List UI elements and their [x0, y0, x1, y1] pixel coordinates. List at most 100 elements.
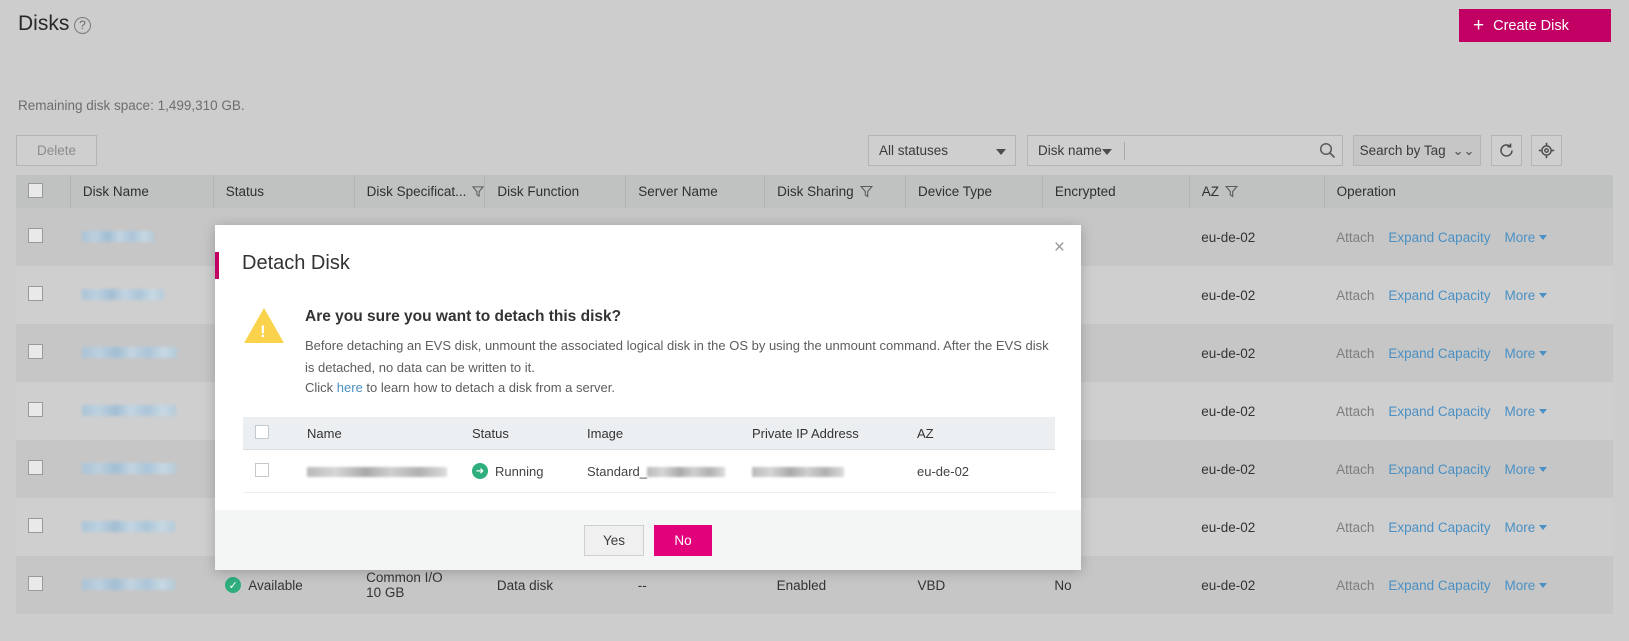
col-device-type[interactable]: Device Type: [905, 175, 1043, 208]
more-action[interactable]: More: [1504, 288, 1547, 303]
status-filter-value: All statuses: [879, 143, 949, 158]
help-icon[interactable]: ?: [74, 17, 91, 34]
server-col-private-ip: Private IP Address: [740, 417, 905, 450]
expand-capacity-action[interactable]: Expand Capacity: [1388, 578, 1490, 593]
status-ok-icon: ✓: [225, 577, 242, 593]
attach-action[interactable]: Attach: [1336, 578, 1374, 593]
row-select-cell: [16, 440, 71, 498]
server-col-name: Name: [295, 417, 460, 450]
row-checkbox[interactable]: [28, 460, 43, 475]
chevron-down-icon: [1538, 235, 1547, 241]
col-disk-sharing[interactable]: Disk Sharing: [764, 175, 907, 208]
col-status[interactable]: Status: [213, 175, 355, 208]
disk-name-cell[interactable]: [70, 266, 214, 324]
col-disk-specification[interactable]: Disk Specificat...: [354, 175, 486, 208]
encrypted: No: [1054, 577, 1072, 593]
delete-button[interactable]: Delete: [16, 135, 97, 166]
search-by-tag-button[interactable]: Search by Tag ⌄⌄: [1353, 135, 1481, 166]
plus-icon: +: [1473, 15, 1485, 36]
disk-name-cell[interactable]: [70, 498, 214, 556]
expand-capacity-action[interactable]: Expand Capacity: [1388, 230, 1490, 245]
detach-disk-dialog: Detach Disk × ! Are you sure you want to…: [215, 225, 1081, 570]
expand-capacity-action[interactable]: Expand Capacity: [1388, 346, 1490, 361]
col-server-name[interactable]: Server Name: [625, 175, 766, 208]
filter-icon[interactable]: [472, 185, 484, 198]
page-title: Disks: [18, 12, 70, 35]
settings-button[interactable]: [1531, 135, 1562, 166]
row-checkbox[interactable]: [28, 286, 43, 301]
server-row[interactable]: ➜ Running Standard_ eu-de-02: [243, 449, 1055, 493]
col-label: Disk Sharing: [777, 184, 854, 199]
col-label: Disk Name: [82, 184, 149, 199]
disk-name-redacted: [82, 404, 177, 416]
select-all-header: [16, 175, 71, 208]
expand-capacity-action[interactable]: Expand Capacity: [1388, 288, 1490, 303]
col-label: Disk Function: [497, 184, 580, 199]
table-header-row: Disk Name Status Disk Specificat... Disk…: [16, 175, 1613, 208]
az: eu-de-02: [1201, 345, 1256, 361]
server-row-checkbox[interactable]: [255, 462, 269, 477]
col-az[interactable]: AZ: [1189, 175, 1325, 208]
select-all-checkbox[interactable]: [28, 182, 43, 198]
disk-name-redacted: [82, 346, 178, 358]
expand-capacity-action[interactable]: Expand Capacity: [1388, 404, 1490, 419]
server-table-header: Name Status Image Private IP Address AZ: [243, 417, 1055, 450]
col-disk-function[interactable]: Disk Function: [484, 175, 627, 208]
disk-name-cell[interactable]: [70, 208, 214, 266]
disk-name-cell[interactable]: [70, 382, 214, 440]
az-cell: eu-de-02: [1189, 324, 1325, 382]
expand-capacity-action[interactable]: Expand Capacity: [1388, 462, 1490, 477]
more-action[interactable]: More: [1504, 404, 1547, 419]
disks-page: Disks ? + Create Disk Remaining disk spa…: [0, 0, 1629, 641]
more-action[interactable]: More: [1504, 230, 1547, 245]
attach-action[interactable]: Attach: [1336, 288, 1374, 303]
row-checkbox[interactable]: [28, 344, 43, 359]
here-link[interactable]: here: [337, 380, 363, 395]
az-cell: eu-de-02: [1189, 208, 1325, 266]
more-action[interactable]: More: [1504, 578, 1547, 593]
expand-capacity-action[interactable]: Expand Capacity: [1388, 520, 1490, 535]
disk-name-cell[interactable]: [70, 324, 214, 382]
server-image-redacted: [647, 467, 725, 478]
server-name-redacted: [307, 467, 447, 478]
attach-action[interactable]: Attach: [1336, 462, 1374, 477]
row-checkbox[interactable]: [28, 228, 43, 243]
row-checkbox[interactable]: [28, 402, 43, 417]
more-action[interactable]: More: [1504, 346, 1547, 361]
server-select-all-header: [243, 417, 295, 450]
refresh-button[interactable]: [1491, 135, 1522, 166]
chevron-down-icon: [1538, 583, 1547, 589]
attach-action[interactable]: Attach: [1336, 520, 1374, 535]
server-row-select-cell: [243, 449, 295, 493]
az: eu-de-02: [1201, 577, 1256, 593]
dialog-help-line: Click here to learn how to detach a disk…: [305, 380, 615, 395]
attach-action[interactable]: Attach: [1336, 404, 1374, 419]
filter-icon[interactable]: [1225, 185, 1239, 198]
col-disk-name[interactable]: Disk Name: [70, 175, 214, 208]
chevron-down-icon: [1538, 525, 1547, 531]
search-field-dropdown[interactable]: Disk name: [1028, 136, 1124, 165]
col-encrypted[interactable]: Encrypted: [1042, 175, 1190, 208]
col-label: Operation: [1336, 184, 1396, 199]
no-button[interactable]: No: [654, 524, 712, 556]
server-select-all-checkbox[interactable]: [255, 424, 269, 439]
row-checkbox[interactable]: [28, 518, 43, 533]
search-input[interactable]: [1125, 135, 1314, 166]
disk-name-redacted: [82, 462, 177, 474]
create-disk-button[interactable]: + Create Disk: [1459, 9, 1611, 42]
filter-icon[interactable]: [859, 185, 873, 198]
disk-name-cell[interactable]: [70, 440, 214, 498]
row-checkbox[interactable]: [28, 576, 43, 591]
more-action[interactable]: More: [1504, 520, 1547, 535]
search-icon[interactable]: [1313, 136, 1342, 165]
yes-button[interactable]: Yes: [584, 524, 644, 556]
server-status-text: Running: [495, 463, 544, 479]
search-field-value: Disk name: [1038, 143, 1102, 158]
more-action[interactable]: More: [1504, 462, 1547, 477]
attach-action[interactable]: Attach: [1336, 346, 1374, 361]
status-filter-dropdown[interactable]: All statuses: [868, 135, 1016, 166]
disk-name-cell[interactable]: [70, 556, 214, 614]
server-col-image: Image: [575, 417, 740, 450]
close-icon[interactable]: ×: [1054, 238, 1065, 257]
attach-action[interactable]: Attach: [1336, 230, 1374, 245]
